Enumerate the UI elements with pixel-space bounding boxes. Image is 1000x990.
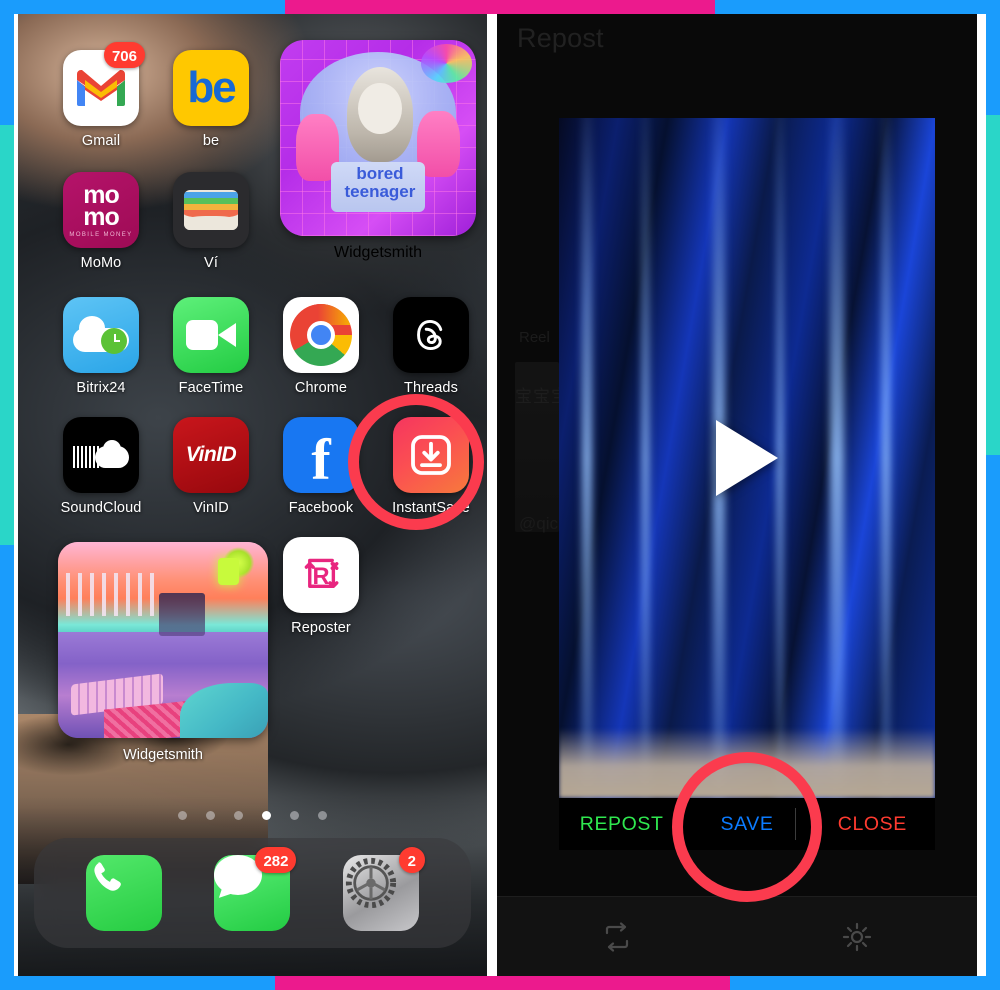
save-button[interactable]: SAVE	[684, 813, 809, 836]
wallet-icon	[173, 172, 249, 248]
action-divider	[795, 808, 796, 840]
app-label-be: be	[202, 133, 220, 149]
repost-loop-icon	[605, 921, 629, 952]
ios-dock: 282 2	[34, 838, 471, 948]
frame-bar-bottom-right	[730, 976, 1000, 990]
dock-icon-settings[interactable]: 2	[342, 847, 425, 931]
chrome-icon	[283, 297, 359, 373]
badge-settings: 2	[398, 847, 425, 873]
bottom-tab-bar	[497, 896, 977, 976]
app-icon-facetime[interactable]: FaceTime	[156, 297, 266, 396]
gmail-glyph	[77, 70, 125, 106]
frame-bar-bottom-left	[0, 976, 275, 990]
frame-bar-top-middle	[285, 0, 715, 14]
frame-bar-right-bottom	[986, 455, 1000, 990]
app-label-facebook: Facebook	[288, 500, 354, 516]
phone-icon	[86, 855, 163, 931]
badge-gmail: 706	[103, 42, 145, 68]
app-icon-soundcloud[interactable]: SoundCloud	[46, 417, 156, 516]
widgetsmith-art-top: bored teenager	[280, 40, 476, 236]
repost-app-panel: Repost Reel 宝宝宝 @qic REPOST SAVE CLOSE	[497, 14, 977, 976]
app-label-vi: Ví	[204, 255, 218, 271]
app-icon-momo[interactable]: mo mo MOBILE MONEY MoMo	[46, 172, 156, 271]
dock-icon-messages[interactable]: 282	[214, 847, 297, 931]
repost-button[interactable]: REPOST	[559, 813, 684, 836]
page-dot[interactable]	[290, 811, 299, 820]
widget-label-widgetsmith-top: Widgetsmith	[333, 244, 423, 261]
frame-bar-top-right	[715, 0, 1000, 14]
app-icon-facebook[interactable]: f Facebook	[266, 417, 376, 516]
page-dot-active[interactable]	[262, 811, 271, 820]
instantsave-icon	[393, 417, 469, 493]
widgetsmith-photo-art	[58, 542, 268, 738]
frame-bar-left-middle	[0, 125, 14, 545]
svg-text:R: R	[312, 564, 329, 590]
bitrix24-icon	[63, 297, 139, 373]
threads-icon	[393, 297, 469, 373]
badge-messages: 282	[255, 847, 297, 873]
frame-bar-right-middle	[986, 115, 1000, 455]
app-label-facetime: FaceTime	[178, 380, 244, 396]
tab-repost[interactable]	[497, 920, 737, 954]
app-label-gmail: Gmail	[81, 133, 121, 149]
app-label-vinid: VinID	[193, 500, 229, 516]
app-icon-chrome[interactable]: Chrome	[266, 297, 376, 396]
app-icon-vi[interactable]: Ví	[156, 172, 266, 271]
vinid-icon: VinID	[173, 417, 249, 493]
page-dots[interactable]	[18, 811, 487, 820]
video-frame-detail	[559, 728, 935, 798]
app-icon-threads[interactable]: Threads	[376, 297, 486, 396]
frame-bar-bottom-middle	[275, 976, 730, 990]
app-label-threads: Threads	[404, 380, 458, 396]
soundcloud-icon	[63, 417, 139, 493]
app-label-momo: MoMo	[80, 255, 122, 271]
page-dot[interactable]	[206, 811, 215, 820]
app-label-reposter: Reposter	[291, 620, 351, 636]
close-button[interactable]: CLOSE	[810, 813, 935, 836]
gear-glyph	[345, 857, 396, 909]
page-dot[interactable]	[234, 811, 243, 820]
app-label-bitrix24: Bitrix24	[76, 380, 126, 396]
page-dot[interactable]	[178, 811, 187, 820]
app-label-chrome: Chrome	[294, 380, 348, 396]
widget-label-widgetsmith-bottom: Widgetsmith	[123, 747, 203, 763]
app-icon-instantsave[interactable]: InstantSave	[376, 417, 486, 516]
be-icon: be	[173, 50, 249, 126]
facebook-icon: f	[283, 417, 359, 493]
app-icon-reposter[interactable]: R Reposter	[266, 537, 376, 636]
app-icon-gmail[interactable]: 706 Gmail	[46, 42, 156, 149]
widgetsmith-widget-top[interactable]: bored teenager Widgetsmith	[280, 40, 476, 262]
frame-bar-top-left	[0, 0, 285, 14]
frame-bar-left-top	[0, 0, 14, 125]
reposter-glyph: R	[304, 558, 339, 590]
gear-icon	[842, 922, 872, 951]
frame-bar-right-top	[986, 0, 1000, 115]
tab-settings[interactable]	[737, 920, 977, 954]
facetime-icon	[173, 297, 249, 373]
frame-bar-left-bottom	[0, 545, 14, 990]
app-label-soundcloud: SoundCloud	[60, 500, 142, 516]
phone-handset-glyph	[94, 862, 122, 891]
dock-icon-phone[interactable]	[86, 855, 163, 931]
video-action-bar: REPOST SAVE CLOSE	[559, 798, 935, 850]
screenshot-stage: 706 Gmail be be bored teenager Widgetsmi…	[0, 0, 1000, 990]
threads-glyph	[417, 319, 443, 351]
app-icon-be[interactable]: be be	[156, 50, 266, 149]
app-label-instantsave: InstantSave	[392, 500, 470, 516]
play-icon[interactable]	[716, 420, 778, 496]
video-player[interactable]	[559, 118, 935, 798]
app-icon-bitrix24[interactable]: Bitrix24	[46, 297, 156, 396]
ios-home-screen-panel: 706 Gmail be be bored teenager Widgetsmi…	[18, 14, 487, 976]
widgetsmith-photo-widget[interactable]: Widgetsmith	[58, 542, 268, 763]
download-arrow-glyph	[411, 435, 451, 475]
momo-icon: mo mo MOBILE MONEY	[63, 172, 139, 248]
reposter-icon: R	[283, 537, 359, 613]
be-glyph: be	[187, 63, 236, 112]
app-icon-vinid[interactable]: VinID VinID	[156, 417, 266, 516]
page-dot[interactable]	[318, 811, 327, 820]
